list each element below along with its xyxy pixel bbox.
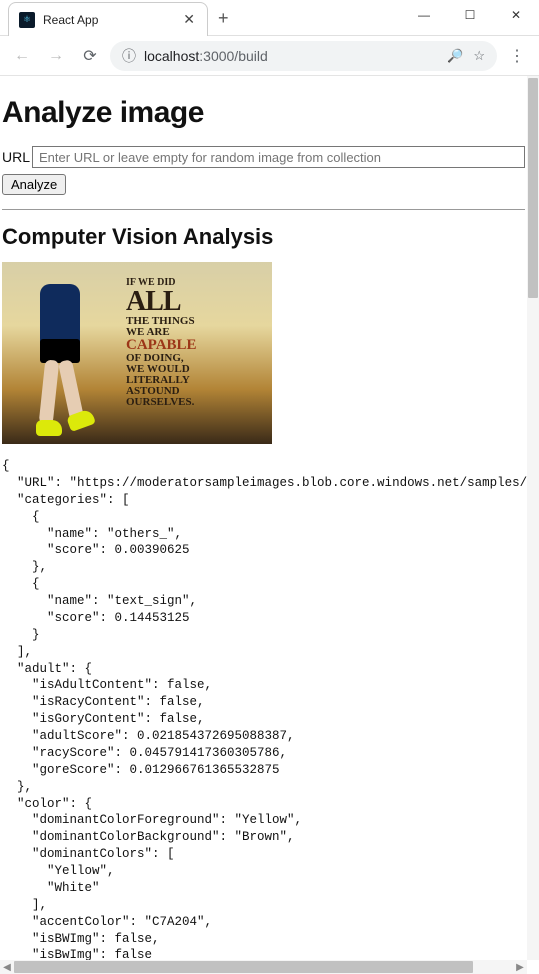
url-label: URL bbox=[2, 149, 30, 165]
react-favicon: ⚛ bbox=[19, 12, 35, 28]
bookmark-icon[interactable]: ☆ bbox=[473, 48, 485, 64]
site-info-icon[interactable]: ⓘ bbox=[122, 46, 136, 66]
vertical-scrollbar[interactable] bbox=[527, 76, 539, 960]
zoom-icon[interactable]: 🔎 bbox=[447, 48, 463, 64]
close-window-button[interactable]: ✕ bbox=[493, 0, 539, 30]
close-tab-icon[interactable]: ✕ bbox=[181, 11, 197, 28]
browser-tab-active[interactable]: ⚛ React App ✕ bbox=[8, 2, 208, 36]
horizontal-scrollbar-thumb[interactable] bbox=[14, 961, 473, 973]
horizontal-scrollbar[interactable]: ◀ ▶ bbox=[0, 960, 527, 974]
section-heading: Computer Vision Analysis bbox=[2, 224, 525, 250]
analyze-button[interactable]: Analyze bbox=[2, 174, 66, 195]
image-quote: IF WE DID ALL THE THINGS WE ARE CAPABLE … bbox=[126, 278, 256, 408]
browser-toolbar: ← → ⟳ ⓘ localhost:3000/build 🔎 ☆ ⋮ bbox=[0, 36, 539, 76]
maximize-button[interactable]: ☐ bbox=[447, 0, 493, 30]
url-input[interactable] bbox=[32, 146, 525, 168]
runner-graphic bbox=[20, 284, 100, 444]
reload-button[interactable]: ⟳ bbox=[76, 42, 104, 70]
new-tab-button[interactable]: + bbox=[218, 8, 229, 29]
browser-menu-button[interactable]: ⋮ bbox=[503, 46, 531, 66]
page-content: Analyze image URL Analyze Computer Visio… bbox=[0, 76, 527, 960]
vertical-scrollbar-thumb[interactable] bbox=[528, 78, 538, 298]
viewport: Analyze image URL Analyze Computer Visio… bbox=[0, 76, 539, 960]
forward-button[interactable]: → bbox=[42, 42, 70, 70]
scroll-right-icon[interactable]: ▶ bbox=[513, 962, 527, 973]
minimize-button[interactable]: ― bbox=[401, 0, 447, 30]
browser-titlebar: ⚛ React App ✕ + ― ☐ ✕ bbox=[0, 0, 539, 36]
tab-title: React App bbox=[43, 13, 173, 27]
analysis-json-output: { "URL": "https://moderatorsampleimages.… bbox=[2, 458, 525, 960]
analysis-image: IF WE DID ALL THE THINGS WE ARE CAPABLE … bbox=[2, 262, 272, 444]
url-text: localhost:3000/build bbox=[144, 48, 268, 64]
scroll-left-icon[interactable]: ◀ bbox=[0, 962, 14, 973]
page-title: Analyze image bbox=[2, 96, 525, 130]
horizontal-scrollbar-track[interactable] bbox=[14, 960, 513, 974]
divider bbox=[2, 209, 525, 210]
window-controls: ― ☐ ✕ bbox=[401, 0, 539, 30]
address-bar[interactable]: ⓘ localhost:3000/build 🔎 ☆ bbox=[110, 41, 497, 71]
back-button[interactable]: ← bbox=[8, 42, 36, 70]
url-row: URL bbox=[2, 146, 525, 168]
